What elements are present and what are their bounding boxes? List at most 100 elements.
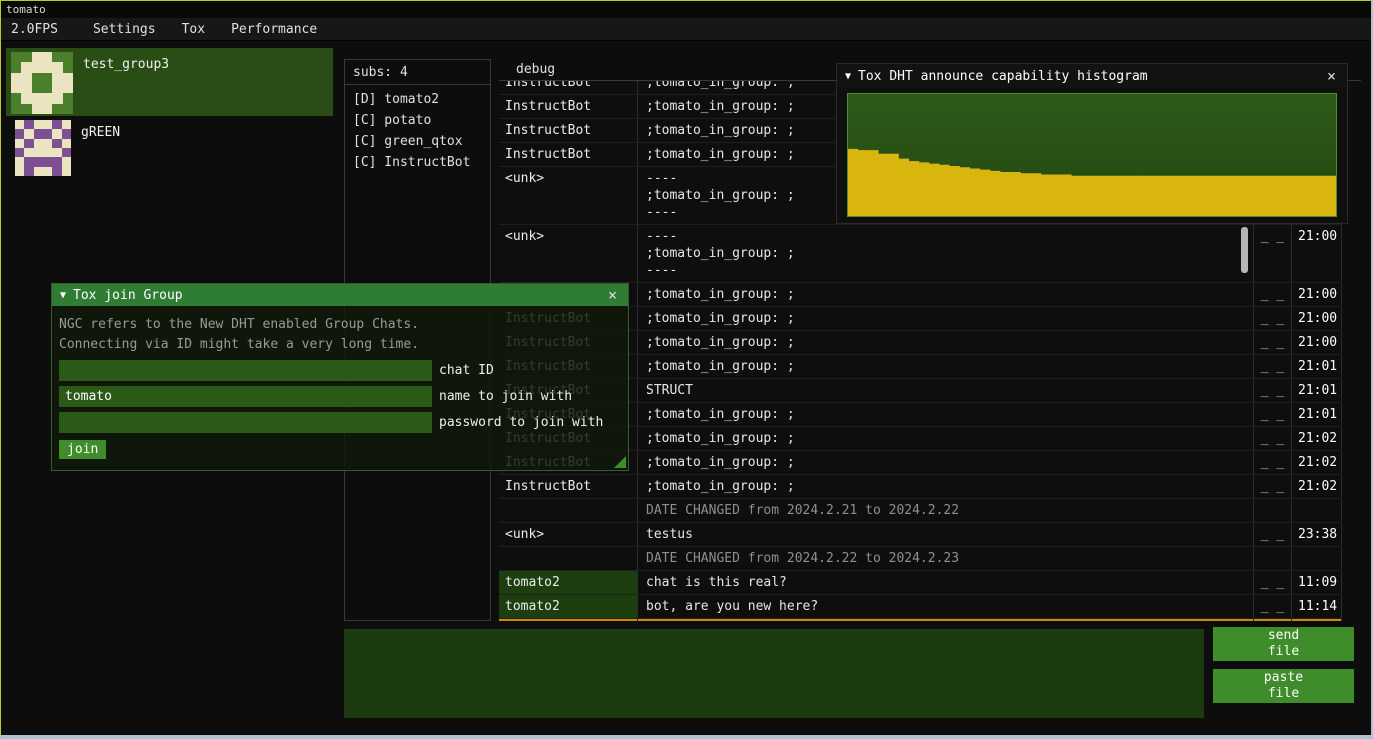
join-group-titlebar[interactable]: ▼ Tox join Group × — [52, 284, 628, 306]
close-icon[interactable]: × — [605, 286, 620, 304]
date-changed-text: DATE CHANGED from 2024.2.22 to 2024.2.23 — [638, 547, 1254, 570]
receipt-marks: d — [1254, 619, 1292, 621]
subs-member-item[interactable]: [D] tomato2 — [345, 89, 490, 110]
chat-message-row[interactable]: tomato2chat is this real?_ _11:09 — [499, 571, 1342, 595]
subs-list: [D] tomato2[C] potato[C] green_qtox[C] I… — [345, 85, 490, 173]
message-time: 11:09 — [1292, 571, 1342, 594]
chat-message-row[interactable]: tomato2bot, are you new here?_ _11:14 — [499, 595, 1342, 619]
message-text: ;tomato_in_group: ; — [638, 331, 1254, 354]
message-author: InstructBot — [499, 143, 638, 166]
receipt-marks: _ _ — [1254, 379, 1292, 402]
message-author: InstructBot — [499, 81, 638, 94]
date-separator-row[interactable]: DATE CHANGED from 2024.2.21 to 2024.2.22 — [499, 499, 1342, 523]
group-name-label: gREEN — [81, 125, 120, 177]
sidebar-group-green[interactable]: gREEN — [6, 116, 333, 181]
message-text: bot, are you new here? — [638, 595, 1254, 618]
window-title: tomato — [6, 3, 46, 16]
chat-id-label: chat ID — [439, 363, 494, 378]
message-time: 21:01 — [1292, 379, 1342, 402]
date-changed-text: DATE CHANGED from 2024.2.21 to 2024.2.22 — [638, 499, 1254, 522]
subs-count-header: subs: 4 — [345, 60, 490, 85]
message-text: STRUCT — [638, 379, 1254, 402]
receipt-marks: _ _ — [1254, 403, 1292, 426]
paste-file-button[interactable]: paste file — [1213, 669, 1354, 703]
join-group-title: Tox join Group — [73, 288, 598, 303]
date-separator-row[interactable]: DATE CHANGED from 2024.2.22 to 2024.2.23 — [499, 547, 1342, 571]
message-text: ;tomato_in_group: ; — [638, 427, 1254, 450]
message-time: 11:15 — [1292, 619, 1342, 621]
message-text: ;tomato_in_group: ; — [638, 307, 1254, 330]
message-author: InstructBot — [499, 475, 638, 498]
chat-message-row[interactable]: <unk>testus_ _23:38 — [499, 523, 1342, 547]
message-time: 21:01 — [1292, 355, 1342, 378]
menu-item-tox[interactable]: Tox — [169, 18, 218, 41]
menubar: 2.0FPS Settings Tox Performance — [1, 18, 1371, 41]
message-author — [499, 547, 638, 570]
message-text: ;tomato_in_group: ; — [638, 451, 1254, 474]
menu-item-performance[interactable]: Performance — [218, 18, 330, 41]
collapse-arrow-icon[interactable]: ▼ — [60, 290, 66, 301]
receipt-marks: _ _ — [1254, 523, 1292, 546]
join-group-window: ▼ Tox join Group × NGC refers to the New… — [51, 283, 629, 471]
receipt-marks: _ _ — [1254, 427, 1292, 450]
message-time: 21:02 — [1292, 451, 1342, 474]
resize-grip[interactable] — [614, 456, 626, 468]
collapse-arrow-icon[interactable]: ▼ — [845, 71, 851, 82]
subs-member-item[interactable]: [C] green_qtox — [345, 131, 490, 152]
message-time: 11:14 — [1292, 595, 1342, 618]
message-time — [1292, 547, 1342, 570]
join-password-input[interactable] — [59, 412, 432, 433]
message-time: 21:00 — [1292, 307, 1342, 330]
message-time: 23:38 — [1292, 523, 1342, 546]
subs-member-item[interactable]: [C] InstructBot — [345, 152, 490, 173]
message-text: ;tomato_in_group: ; — [638, 283, 1254, 306]
tab-debug[interactable]: debug — [516, 62, 555, 77]
chat-scrollbar[interactable] — [1241, 227, 1248, 273]
join-group-body: NGC refers to the New DHT enabled Group … — [52, 306, 628, 459]
receipt-marks: _ _ — [1254, 571, 1292, 594]
join-name-label: name to join with — [439, 389, 572, 404]
message-time: 21:01 — [1292, 403, 1342, 426]
dht-histogram-title: Tox DHT announce capability histogram — [858, 69, 1317, 84]
message-time: 21:00 — [1292, 331, 1342, 354]
dht-histogram-titlebar[interactable]: ▼ Tox DHT announce capability histogram … — [837, 64, 1347, 88]
message-author: <unk> — [499, 523, 638, 546]
group-avatar — [15, 120, 71, 176]
window-titlebar: tomato — [1, 1, 1371, 18]
receipt-marks: _ _ — [1254, 307, 1292, 330]
dht-histogram-window: ▼ Tox DHT announce capability histogram … — [836, 63, 1348, 224]
message-text: No, I've been in this group for quite so… — [638, 619, 1254, 621]
message-text: chat is this real? — [638, 571, 1254, 594]
message-author: <unk> — [499, 225, 638, 282]
chat-id-input[interactable] — [59, 360, 432, 381]
message-time: 21:00 — [1292, 283, 1342, 306]
message-text: ;tomato_in_group: ; — [638, 475, 1254, 498]
message-text: ;tomato_in_group: ; — [638, 355, 1254, 378]
sidebar-group-test_group3[interactable]: test_group3 — [6, 48, 333, 116]
send-file-button[interactable]: send file — [1213, 627, 1354, 661]
receipt-marks: _ _ — [1254, 451, 1292, 474]
message-text: testus — [638, 523, 1254, 546]
subs-member-item[interactable]: [C] potato — [345, 110, 490, 131]
receipt-marks — [1254, 547, 1292, 570]
join-description-line: NGC refers to the New DHT enabled Group … — [59, 315, 621, 335]
join-button[interactable]: join — [59, 440, 106, 459]
message-text: ;tomato_in_group: ; — [638, 403, 1254, 426]
receipt-marks: _ _ — [1254, 331, 1292, 354]
chat-message-row[interactable]: InstructBotNo, I've been in this group f… — [499, 619, 1342, 621]
histogram-plot — [847, 93, 1337, 217]
receipt-marks: _ _ — [1254, 283, 1292, 306]
menu-item-settings[interactable]: Settings — [80, 18, 169, 41]
close-icon[interactable]: × — [1324, 67, 1339, 85]
receipt-marks — [1254, 499, 1292, 522]
join-name-input[interactable] — [59, 386, 432, 407]
message-time — [1292, 499, 1342, 522]
message-input[interactable] — [344, 629, 1204, 718]
chat-message-row[interactable]: <unk>---- ;tomato_in_group: ; ----_ _21:… — [499, 225, 1342, 283]
chat-message-row[interactable]: InstructBot;tomato_in_group: ;_ _21:02 — [499, 475, 1342, 499]
histogram-plot-svg — [848, 94, 1336, 216]
receipt-marks: _ _ — [1254, 355, 1292, 378]
message-author: tomato2 — [499, 595, 638, 618]
join-password-label: password to join with — [439, 415, 603, 430]
message-text: ---- ;tomato_in_group: ; ---- — [638, 225, 1254, 282]
